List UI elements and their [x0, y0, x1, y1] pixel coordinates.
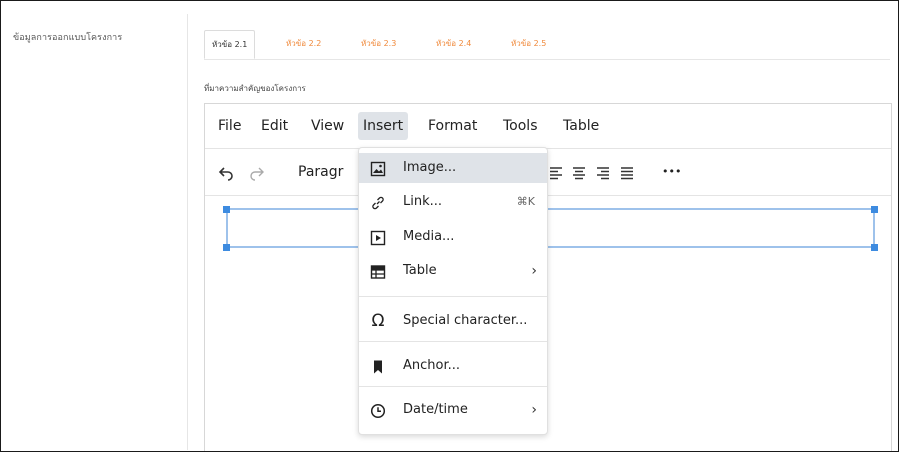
link-icon: [368, 187, 388, 217]
clock-icon: [368, 395, 388, 425]
sidebar-divider: [187, 14, 188, 450]
menu-item-media[interactable]: Media...: [359, 222, 547, 252]
media-icon: [368, 222, 388, 252]
menu-item-label: Anchor...: [403, 358, 461, 373]
resize-handle-bottom-left[interactable]: [223, 244, 230, 251]
resize-handle-bottom-right[interactable]: [871, 244, 878, 251]
selected-block[interactable]: [226, 208, 875, 248]
menu-item-image[interactable]: Image...: [359, 153, 547, 183]
section-label: ที่มาความสำคัญของโครงการ: [204, 84, 306, 93]
resize-handle-top-right[interactable]: [871, 206, 878, 213]
block-format-select[interactable]: Paragr: [298, 149, 343, 195]
menu-item-label: Special character...: [403, 313, 528, 328]
align-right-icon[interactable]: [596, 149, 610, 195]
menu-separator: [359, 296, 547, 297]
menu-separator: [359, 341, 547, 342]
rich-text-editor: File Edit View Insert Format Tools Table…: [204, 103, 892, 451]
tab-bar: หัวข้อ 2.1 หัวข้อ 2.2 หัวข้อ 2.3 หัวข้อ …: [204, 24, 890, 60]
editor-menubar: File Edit View Insert Format Tools Table: [205, 104, 891, 149]
tab-2-1[interactable]: หัวข้อ 2.1: [204, 30, 256, 59]
menu-item-label: Media...: [403, 229, 455, 244]
tab-2-3[interactable]: หัวข้อ 2.3: [354, 30, 403, 57]
menu-edit[interactable]: Edit: [256, 112, 293, 140]
menu-separator: [359, 386, 547, 387]
more-button[interactable]: •••: [662, 149, 681, 195]
menu-item-label: Date/time: [403, 402, 468, 417]
menu-item-label: Table: [403, 263, 437, 278]
menu-item-label: Image...: [403, 160, 457, 175]
submenu-arrow-icon: ›: [531, 402, 537, 418]
menu-file[interactable]: File: [213, 112, 246, 140]
menu-tools[interactable]: Tools: [498, 112, 543, 140]
tab-2-2[interactable]: หัวข้อ 2.2: [279, 30, 328, 57]
menu-view[interactable]: View: [306, 112, 349, 140]
table-icon: [368, 256, 388, 286]
menu-format[interactable]: Format: [423, 112, 482, 140]
editor-content[interactable]: [205, 196, 891, 451]
menu-table[interactable]: Table: [558, 112, 604, 140]
editor-toolbar: Paragr •••: [205, 149, 891, 196]
tab-2-5[interactable]: หัวข้อ 2.5: [504, 30, 553, 57]
align-left-icon[interactable]: [549, 149, 563, 195]
redo-icon[interactable]: [249, 149, 265, 195]
omega-icon: Ω: [371, 311, 385, 331]
submenu-arrow-icon: ›: [531, 263, 537, 279]
menu-item-anchor[interactable]: Anchor...: [359, 351, 547, 381]
image-icon: [368, 153, 388, 183]
menu-insert[interactable]: Insert: [358, 112, 409, 140]
undo-icon[interactable]: [218, 149, 234, 195]
bookmark-icon: [368, 351, 388, 381]
align-justify-icon[interactable]: [620, 149, 634, 195]
menu-item-table[interactable]: Table ›: [359, 256, 547, 286]
menu-item-date-time[interactable]: Date/time ›: [359, 395, 547, 425]
resize-handle-top-left[interactable]: [223, 206, 230, 213]
menu-item-special-character[interactable]: Ω Special character...: [359, 306, 547, 336]
menu-item-link[interactable]: Link... ⌘K: [359, 187, 547, 217]
menu-item-label: Link...: [403, 194, 443, 209]
sidebar-label: ข้อมูลการออกแบบโครงการ: [13, 33, 123, 43]
align-center-icon[interactable]: [572, 149, 586, 195]
insert-menu-dropdown: Image... Link... ⌘K Media... Table › Ω S…: [358, 147, 548, 435]
shortcut-label: ⌘K: [516, 195, 535, 208]
tab-2-4[interactable]: หัวข้อ 2.4: [429, 30, 478, 57]
